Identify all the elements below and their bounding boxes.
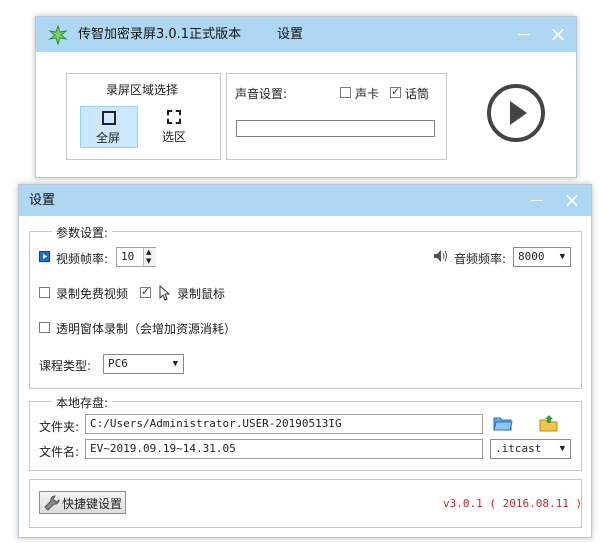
transparent-label[interactable]: 透明窗体录制（会增加资源消耗） [56,320,236,337]
version-text: v3.0.1 ( 2016.08.11 ) [443,497,583,510]
settings-minimize-icon[interactable]: — [527,191,547,211]
record-mouse-checkbox[interactable] [140,285,151,298]
settings-label[interactable]: 设置 [277,17,303,52]
speaker-icon [433,249,449,263]
selection-icon [167,110,181,124]
transparent-checkbox[interactable] [39,322,50,333]
extension-select[interactable]: .itcast ▼ [490,439,571,459]
browse-folder-icon[interactable] [493,414,513,432]
recorder-window: 传智加密录屏3.0.1正式版本 设置 — × 录屏区域选择 全屏 选区 声音设置… [35,16,577,178]
sample-rate-select[interactable]: 8000 ▼ [513,247,571,267]
selection-button[interactable]: 选区 [146,106,204,148]
soundcard-checkbox[interactable] [340,87,351,98]
storage-group-title: 本地存盘: [52,394,113,411]
chevron-down-icon: ▼ [559,252,565,262]
area-group-title: 录屏区域选择 [106,83,179,97]
sound-settings-label: 声音设置: [235,87,288,101]
wrench-icon [44,495,60,511]
filename-input[interactable]: EV~2019.09.19~14.31.05 [85,439,483,459]
fullscreen-label: 全屏 [96,131,121,145]
filename-label: 文件名: [39,445,80,459]
free-video-label[interactable]: 录制免费视频 [56,285,128,302]
stepper-down-icon[interactable]: ▼ [146,257,151,265]
fullscreen-icon [102,111,116,125]
sample-rate-label: 音频频率: [454,252,507,266]
minimize-icon[interactable]: — [514,25,534,45]
play-icon [487,84,545,142]
frame-rate-label: 视频帧率: [56,252,109,266]
folder-input[interactable]: C:/Users/Administrator.USER-20190513IG [85,414,483,434]
folder-label: 文件夹: [39,420,80,434]
cursor-icon [159,284,171,301]
storage-group [29,401,582,471]
chevron-down-icon: ▼ [559,444,565,454]
course-type-select[interactable]: PC6 ▼ [103,354,184,374]
app-logo-icon [48,24,68,46]
hotkey-settings-button[interactable]: 快捷键设置 [39,491,126,514]
hotkey-settings-label: 快捷键设置 [62,497,123,511]
settings-close-icon[interactable]: × [562,190,582,210]
course-type-label: 课程类型: [39,359,92,373]
recorder-title: 传智加密录屏3.0.1正式版本 [78,27,242,42]
settings-titlebar[interactable]: 设置 — × [19,185,591,216]
fullscreen-button[interactable]: 全屏 [80,106,138,148]
microphone-label[interactable]: 话筒 [405,85,429,102]
selection-label: 选区 [162,130,187,144]
record-button[interactable] [486,83,546,143]
params-group-title: 参数设置: [52,224,113,241]
free-video-checkbox[interactable] [39,287,50,298]
record-mouse-label[interactable]: 录制鼠标 [177,285,225,302]
video-icon [39,251,50,262]
chevron-down-icon: ▼ [172,359,178,369]
recorder-titlebar[interactable]: 传智加密录屏3.0.1正式版本 设置 — × [36,17,576,52]
close-icon[interactable]: × [548,24,568,44]
soundcard-label[interactable]: 声卡 [355,85,379,102]
volume-meter [236,120,435,137]
microphone-checkbox[interactable] [390,85,401,98]
open-folder-icon[interactable] [539,414,559,432]
settings-window: 设置 — × 参数设置: 视频帧率: 10 ▲ ▼ 音频频率: 8000 ▼ 录… [18,184,592,538]
frame-rate-stepper[interactable]: ▲ ▼ [143,248,156,266]
stepper-up-icon[interactable]: ▲ [146,248,151,256]
settings-title: 设置 [29,193,56,208]
